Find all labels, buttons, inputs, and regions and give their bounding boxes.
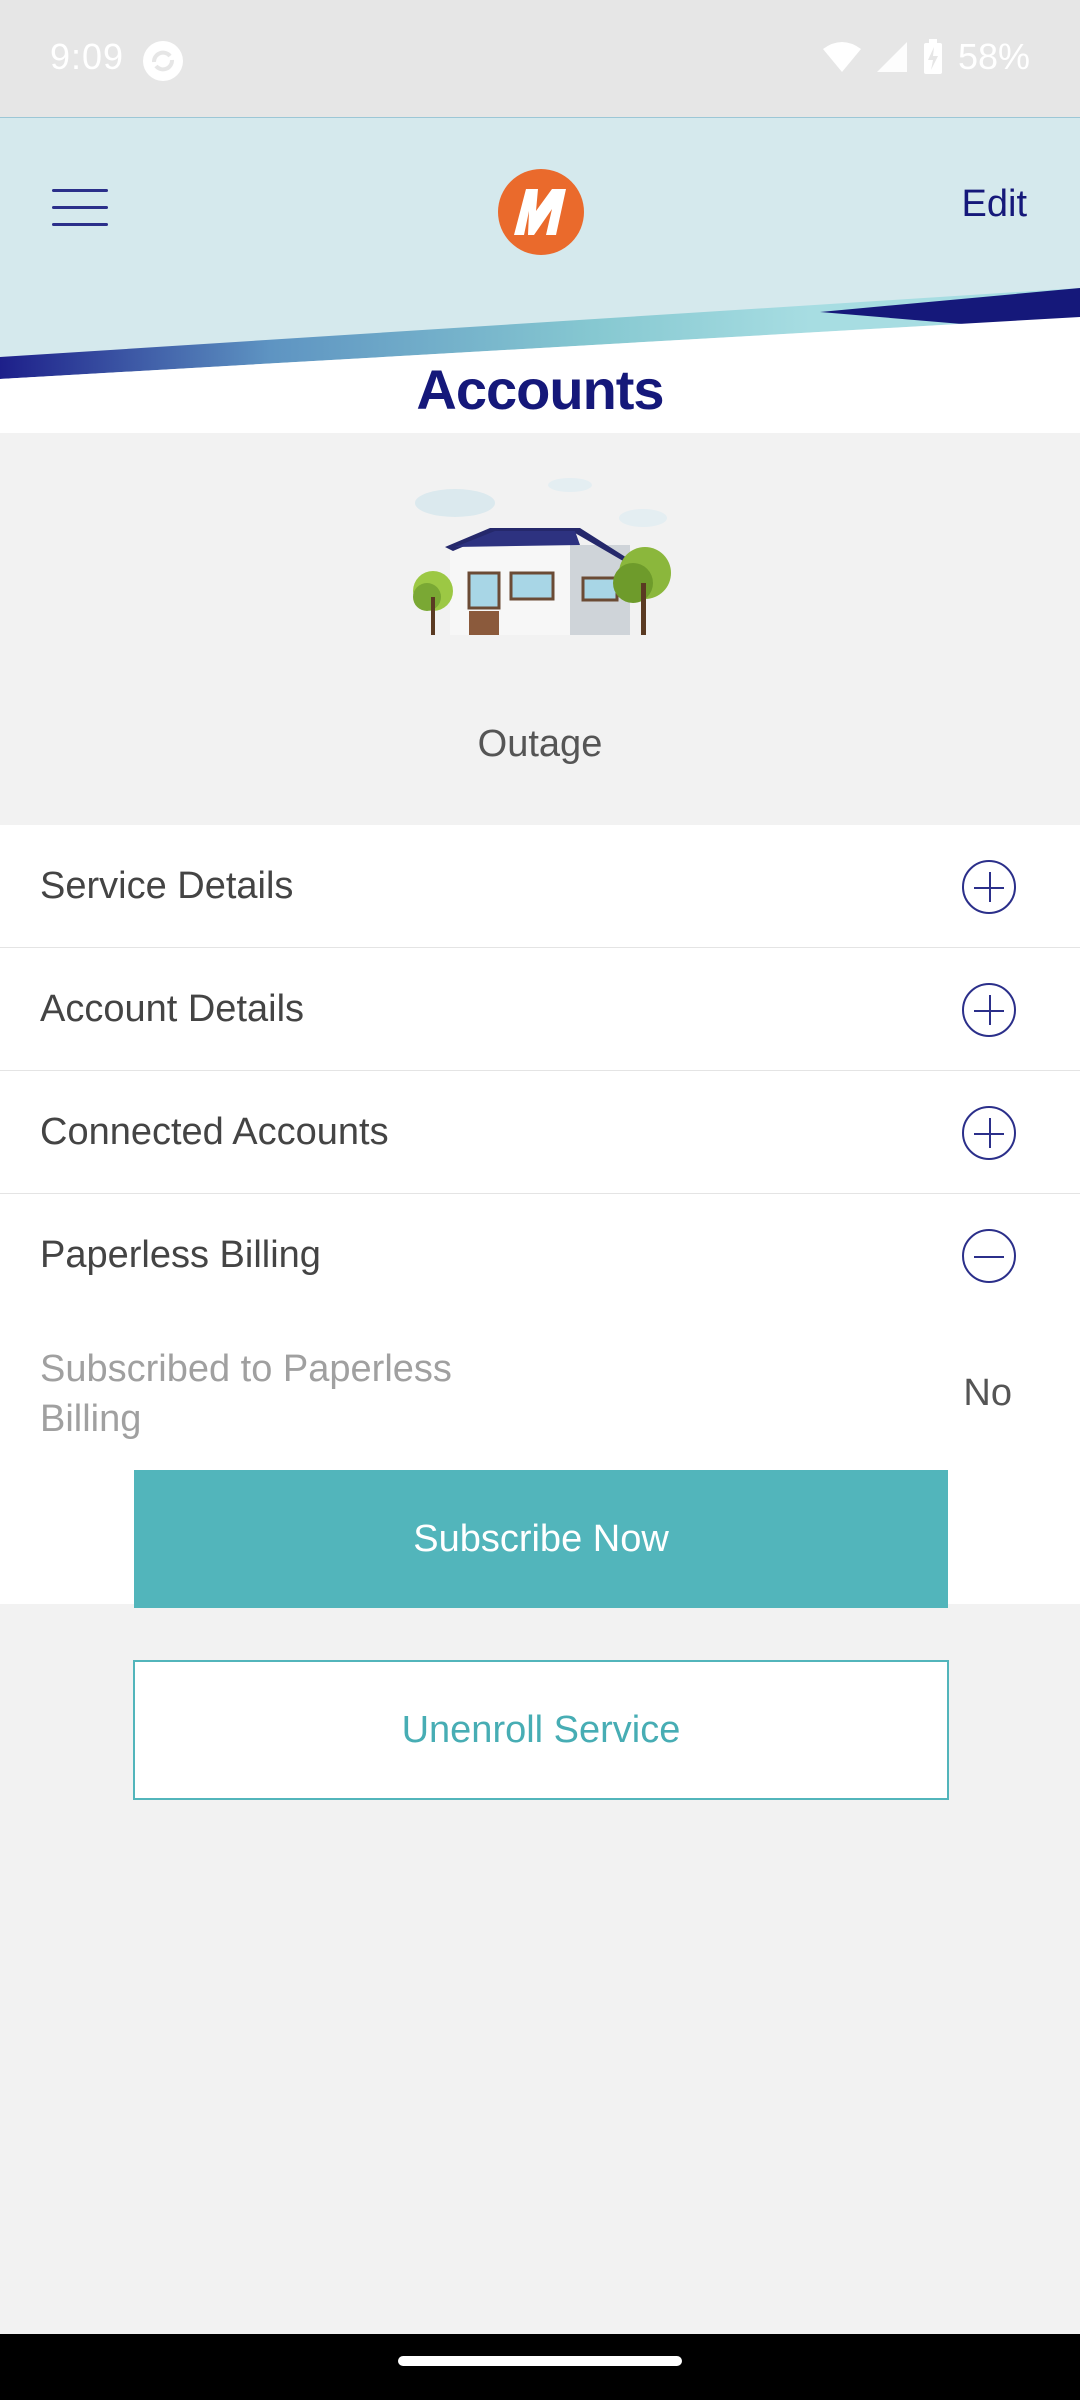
battery-percent: 58% xyxy=(957,36,1030,77)
menu-button[interactable] xyxy=(52,189,108,233)
status-time: 9:09 xyxy=(50,36,125,77)
house-illustration xyxy=(413,478,671,635)
battery-charging-icon xyxy=(923,39,942,74)
paperless-status-label: Subscribed to Paperless Billing xyxy=(40,1348,452,1440)
paperless-status-value: No xyxy=(963,1372,1012,1414)
plus-circle-icon[interactable] xyxy=(962,983,1016,1037)
system-nav-bar xyxy=(0,2334,1080,2400)
edit-button[interactable]: Edit xyxy=(962,183,1027,226)
wifi-icon xyxy=(822,42,861,72)
app-header: Edit Accounts xyxy=(0,117,1080,433)
status-icons: 58% xyxy=(822,36,1030,78)
sync-icon xyxy=(143,41,183,81)
hamburger-menu-icon xyxy=(52,189,108,192)
signal-icon xyxy=(876,42,907,72)
lightning-m-logo-icon xyxy=(498,169,584,255)
account-details-row[interactable]: Account Details xyxy=(0,948,1080,1071)
plus-circle-icon[interactable] xyxy=(962,860,1016,914)
connected-accounts-row[interactable]: Connected Accounts xyxy=(0,1071,1080,1194)
page-title: Accounts xyxy=(416,358,664,421)
plus-circle-icon[interactable] xyxy=(962,1106,1016,1160)
section-label: Account Details xyxy=(40,988,305,1030)
section-label: Service Details xyxy=(40,865,294,907)
subscribe-now-button[interactable]: Subscribe Now xyxy=(134,1470,948,1608)
section-label[interactable]: Paperless Billing xyxy=(40,1234,321,1277)
home-gesture-handle[interactable] xyxy=(398,2356,682,2366)
status-bar: 9:09 58% xyxy=(0,0,1080,117)
section-label: Connected Accounts xyxy=(40,1111,389,1153)
unenroll-service-button[interactable]: Unenroll Service xyxy=(133,1660,949,1800)
minus-circle-icon[interactable] xyxy=(962,1229,1016,1283)
outage-section[interactable]: Outage xyxy=(0,433,1080,825)
service-details-row[interactable]: Service Details xyxy=(0,825,1080,948)
outage-label: Outage xyxy=(477,723,603,765)
